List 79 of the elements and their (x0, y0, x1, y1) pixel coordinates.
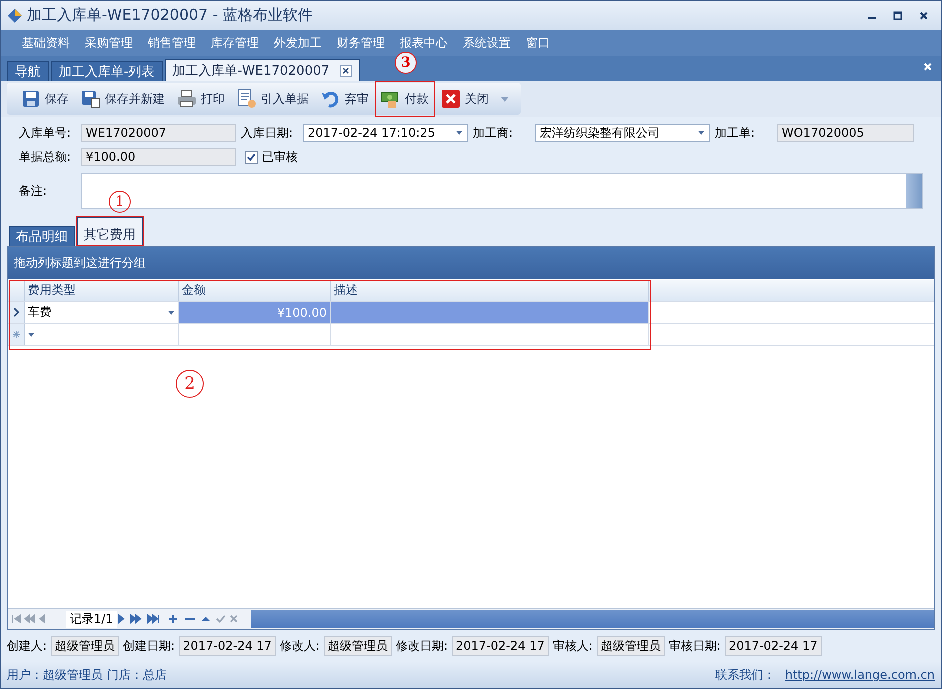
document-tab[interactable]: 加工入库单-列表 (51, 61, 163, 81)
menu-item[interactable]: 采购管理 (78, 34, 141, 52)
remark-field[interactable] (81, 173, 923, 209)
menu-item[interactable]: 窗口 (519, 34, 558, 52)
field-label: 修改日期: (396, 638, 450, 654)
toolbar-button[interactable]: 保存 (15, 86, 75, 112)
field-label: 修改人: (280, 638, 321, 654)
input-field[interactable]: ¥100.00 (81, 148, 236, 166)
table-row[interactable]: 车费 ¥100.00 (8, 302, 934, 324)
toolbar-button[interactable]: 保存并新建 (75, 86, 171, 112)
dropdown-field[interactable]: 宏洋纺织染整有限公司 (535, 124, 710, 142)
dropdown-arrow-icon[interactable] (28, 332, 35, 336)
detail-tab[interactable]: 布品明细 (9, 226, 75, 246)
window-title: 加工入库单-WE17020007 - 蓝格布业软件 (27, 6, 314, 25)
field-label: 创建日期: (123, 638, 176, 654)
website-link[interactable]: http://www.lange.com.cn (785, 668, 935, 682)
group-panel-hint: 拖动列标题到这进行分组 (14, 254, 146, 272)
menu-item[interactable]: 销售管理 (141, 34, 204, 52)
table-cell: 车费 (28, 304, 52, 321)
menu-item[interactable]: 基础资料 (15, 34, 78, 52)
undo-icon (321, 89, 341, 109)
printer-icon (177, 89, 197, 109)
input-field[interactable]: WO17020005 (777, 124, 914, 142)
floppy-disk-icon (81, 89, 101, 109)
app-logo-icon (7, 8, 23, 24)
tab-close-icon[interactable] (340, 64, 352, 76)
horizontal-scrollbar[interactable] (251, 610, 934, 628)
menu-item[interactable]: 库存管理 (204, 34, 267, 52)
toolbar-button[interactable]: 弃审 (315, 86, 375, 112)
field-label: 加工单: (715, 124, 756, 142)
dropdown-arrow-icon[interactable] (456, 131, 463, 135)
menu-item[interactable]: 外发加工 (267, 34, 330, 52)
toolbar-button[interactable]: 打印 (171, 86, 231, 112)
field-label: 加工商: (473, 124, 514, 142)
field-label: 入库单号: (19, 124, 72, 142)
field-label: 备注: (19, 182, 48, 200)
field-label: 创建人: (7, 638, 48, 654)
input-field[interactable]: 超级管理员 (51, 636, 120, 656)
field-label: 审核人: (552, 638, 594, 654)
menu-item[interactable]: 财务管理 (330, 34, 393, 52)
column-header[interactable]: 金额 (179, 280, 331, 301)
checkbox-label: 已审核 (262, 148, 298, 166)
column-header[interactable]: 费用类型 (25, 280, 179, 301)
detail-tab[interactable]: 其它费用 (77, 217, 143, 245)
toolbar-button[interactable]: 关闭 (435, 86, 515, 112)
input-field[interactable]: 超级管理员 (596, 636, 665, 656)
input-field[interactable]: 2017-02-24 17 (452, 636, 549, 656)
column-header[interactable]: 描述 (331, 280, 649, 301)
dropdown-arrow-icon[interactable] (168, 310, 175, 314)
document-tab[interactable]: 导航 (7, 61, 49, 81)
row-pointer-icon (12, 308, 20, 317)
table-cell: ¥100.00 (277, 306, 327, 320)
input-field[interactable]: WE17020007 (81, 124, 236, 142)
annotation-number: 3 (395, 52, 417, 74)
menu-item[interactable]: 报表中心 (393, 34, 456, 52)
annotation-number: 1 (109, 191, 131, 213)
document-tab[interactable]: 加工入库单-WE17020007 (164, 59, 360, 81)
toolbar-button[interactable]: 付款 (375, 81, 435, 117)
new-row-icon (12, 330, 20, 339)
dropdown-field[interactable]: 2017-02-24 17:10:25 (303, 124, 468, 142)
field-label: 入库日期: (241, 124, 294, 142)
field-label: 单据总额: (19, 148, 72, 166)
input-field[interactable]: 2017-02-24 17 (724, 636, 822, 656)
input-field[interactable]: 超级管理员 (324, 636, 392, 656)
contact-label: 联系我们： (715, 666, 776, 684)
menu-item[interactable]: 系统设置 (456, 34, 519, 52)
status-user: 用户：超级管理员 门店：总店 (7, 666, 167, 684)
record-counter: 记录1/1 (66, 610, 118, 628)
close-icon (441, 89, 461, 109)
dropdown-arrow-icon[interactable] (698, 131, 705, 135)
toolbar-button[interactable]: 引入单据 (231, 86, 315, 112)
checkbox[interactable] (245, 150, 258, 164)
maximize-icon[interactable] (893, 10, 903, 20)
close-all-icon[interactable] (923, 62, 933, 72)
annotation-number: 2 (176, 370, 204, 398)
input-field[interactable]: 2017-02-24 17 (179, 636, 276, 656)
field-label: 审核日期: (668, 638, 722, 654)
close-icon[interactable] (919, 10, 929, 20)
scrollbar[interactable] (906, 174, 922, 208)
